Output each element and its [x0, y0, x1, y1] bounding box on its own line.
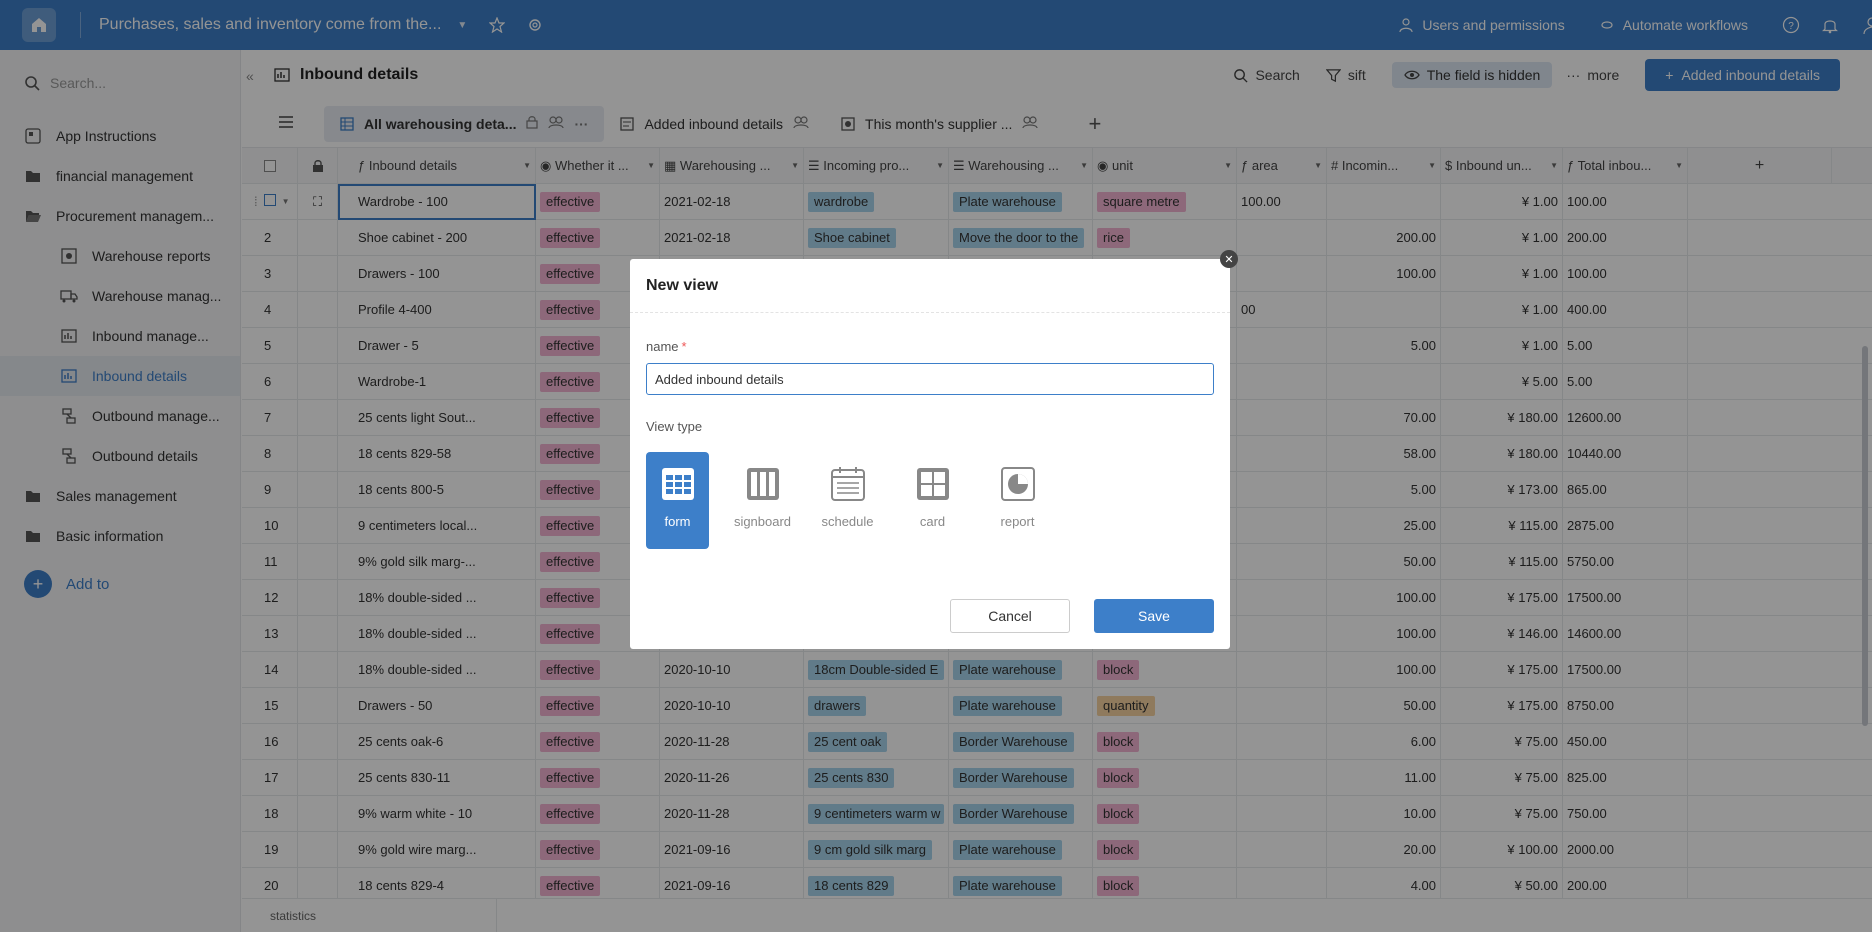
- view-type-report[interactable]: report: [986, 452, 1049, 549]
- view-type-label: View type: [646, 419, 703, 434]
- view-type-label: signboard: [733, 514, 792, 529]
- view-type-label: card: [919, 514, 946, 529]
- new-view-dialog: New view ✕ name* View type form signboar…: [630, 250, 1238, 649]
- view-type-card[interactable]: card: [901, 452, 964, 549]
- calendar-icon: [828, 464, 868, 504]
- view-type-schedule[interactable]: schedule: [816, 452, 879, 549]
- view-type-label: form: [664, 514, 691, 529]
- grid-view-icon: [658, 464, 698, 504]
- close-icon[interactable]: ✕: [1220, 250, 1238, 268]
- pie-chart-icon: [998, 464, 1038, 504]
- view-type-label: report: [1000, 514, 1035, 529]
- dialog-title: New view: [630, 259, 1230, 313]
- required-mark: *: [681, 339, 687, 354]
- view-type-list: form signboard schedule card report: [646, 452, 1049, 549]
- modal-overlay[interactable]: New view ✕ name* View type form signboar…: [0, 0, 1872, 932]
- name-field-label: name *: [646, 339, 687, 354]
- cancel-button[interactable]: Cancel: [950, 599, 1070, 633]
- view-type-label: schedule: [821, 514, 874, 529]
- name-label-text: name: [646, 339, 679, 354]
- dialog-footer: Cancel Save: [950, 599, 1214, 633]
- kanban-icon: [743, 464, 783, 504]
- view-name-input[interactable]: [646, 363, 1214, 395]
- save-button[interactable]: Save: [1094, 599, 1214, 633]
- view-type-form[interactable]: form: [646, 452, 709, 549]
- view-type-signboard[interactable]: signboard: [731, 452, 794, 549]
- card-icon: [913, 464, 953, 504]
